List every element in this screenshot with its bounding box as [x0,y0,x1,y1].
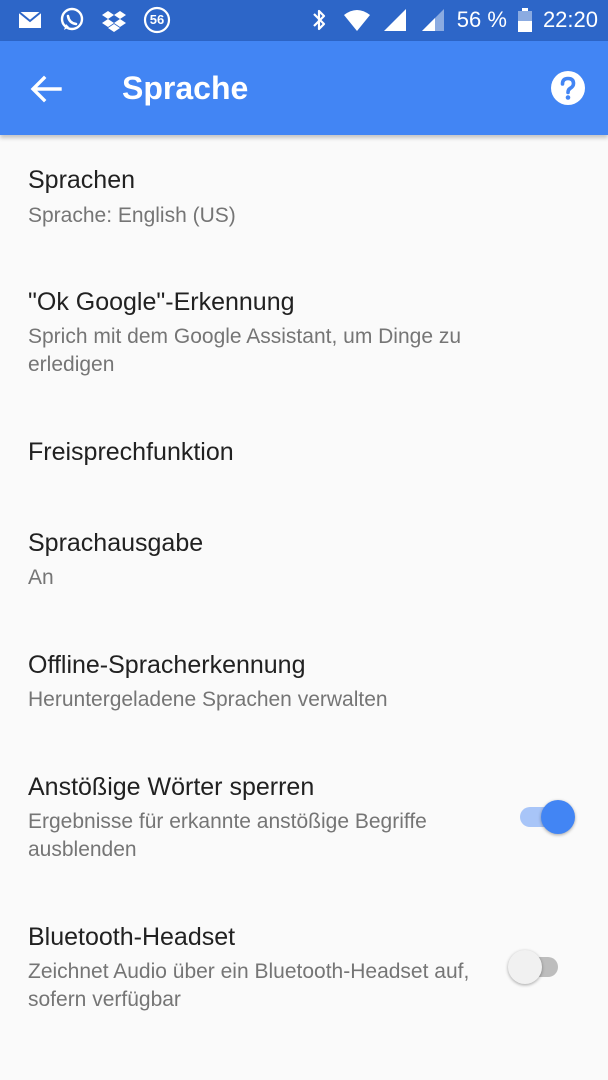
setting-subtitle: Sprich mit dem Google Assistant, um Ding… [28,325,462,376]
status-bar-notifications: 56 [16,6,172,34]
block-offensive-words-switch[interactable] [516,796,576,836]
setting-subtitle: Zeichnet Audio über ein Bluetooth-Headse… [28,960,470,1011]
setting-block-offensive-words[interactable]: Anstößige Wörter sperren Ergebnisse für … [0,737,608,887]
setting-subtitle: An [28,566,54,589]
signal-icon-2 [421,9,444,31]
back-button[interactable] [22,64,72,114]
help-button[interactable] [550,70,586,106]
status-bar: 56 56 % 22:20 [0,0,608,41]
page-title: Sprache [122,70,249,106]
battery-icon [517,8,532,32]
bluetooth-icon [313,9,325,31]
setting-subtitle: Sprache: English (US) [28,204,236,227]
status-bar-system: 56 % 22:20 [305,6,598,34]
setting-ok-google[interactable]: "Ok Google"-Erkennung Sprich mit dem Goo… [0,247,608,397]
setting-title: Freisprechfunktion [28,438,234,466]
help-icon [551,71,585,105]
setting-title: Sprachen [28,166,136,194]
notification-badge: 56 [149,12,165,27]
app-bar: Sprache [0,41,608,135]
setting-title: Anstößige Wörter sperren [28,773,315,801]
setting-speech-output[interactable]: Sprachausgabe An [0,493,608,615]
setting-offline-recognition[interactable]: Offline-Spracherkennung Heruntergeladene… [0,615,608,737]
whatsapp-icon [60,7,84,31]
arrow-back-icon [30,75,62,103]
signal-icon [383,9,406,31]
switch-thumb [541,800,575,834]
wifi-icon [343,10,370,31]
setting-handsfree[interactable]: Freisprechfunktion [0,397,608,493]
mail-icon [18,11,42,28]
setting-subtitle: Ergebnisse für erkannte anstößige Begrif… [28,810,427,861]
setting-languages[interactable]: Sprachen Sprache: English (US) [0,135,608,247]
battery-percentage: 56 % [456,7,507,32]
setting-title: Bluetooth-Headset [28,923,236,951]
notification-56-icon: 56 [142,6,172,34]
setting-subtitle: Heruntergeladene Sprachen verwalten [28,688,388,711]
bluetooth-headset-switch[interactable] [508,946,568,986]
switch-thumb [508,950,542,984]
setting-title: Sprachausgabe [28,529,204,557]
dropbox-icon [102,11,126,32]
setting-bluetooth-headset[interactable]: Bluetooth-Headset Zeichnet Audio über ei… [0,887,608,1037]
setting-title: Offline-Spracherkennung [28,651,306,679]
clock: 22:20 [542,7,598,32]
setting-title: "Ok Google"-Erkennung [28,288,295,316]
